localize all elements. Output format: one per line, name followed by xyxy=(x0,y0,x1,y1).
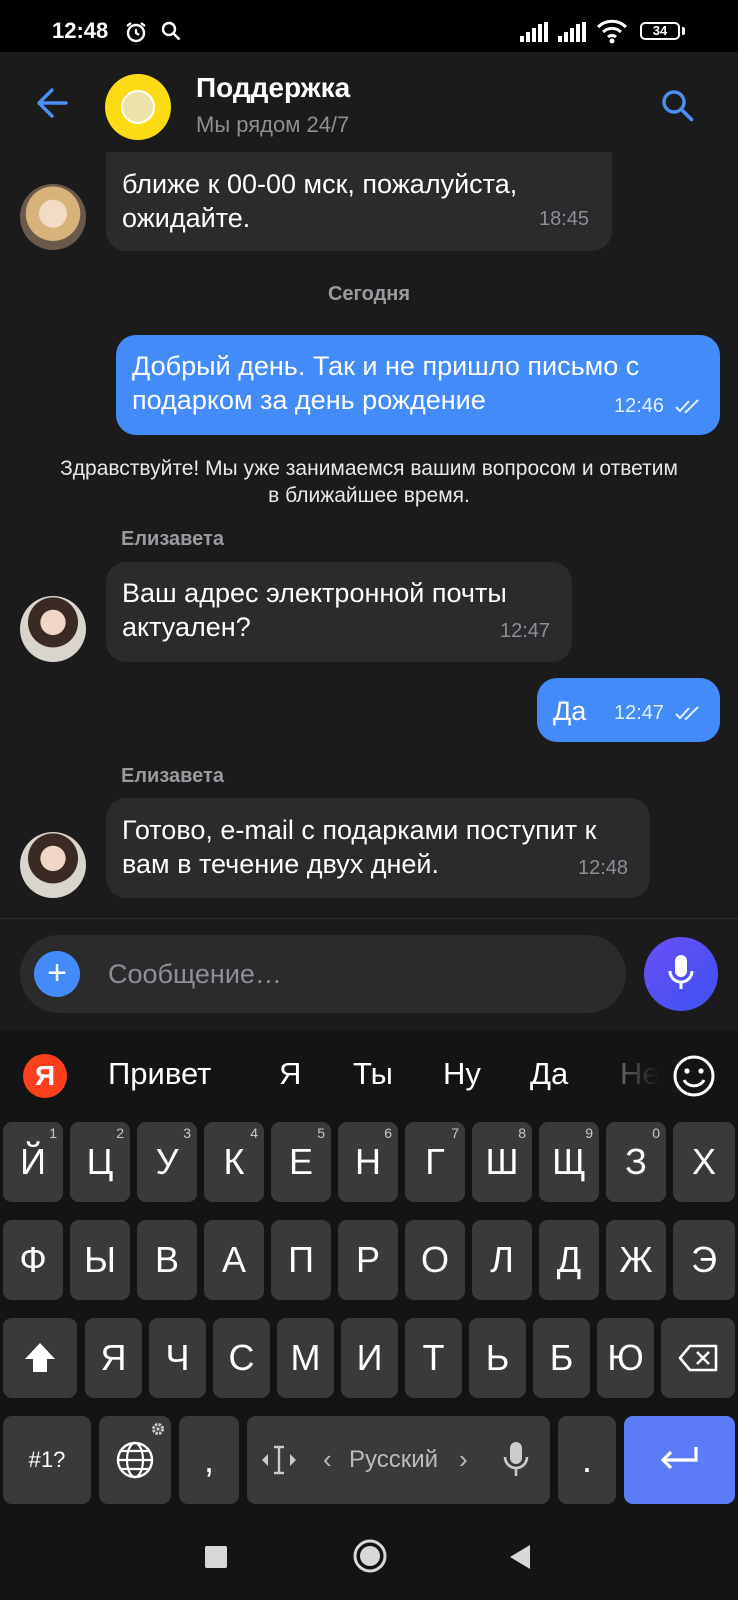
suggestion-4[interactable]: Да xyxy=(530,1056,568,1092)
status-search-icon xyxy=(161,21,181,41)
key-Я[interactable]: Я xyxy=(85,1318,142,1398)
composer-divider xyxy=(0,918,738,919)
key-И[interactable]: И xyxy=(341,1318,398,1398)
key-Й[interactable]: 1Й xyxy=(3,1122,63,1202)
cursor-icon xyxy=(262,1445,296,1475)
key-Ж[interactable]: Ж xyxy=(606,1220,666,1300)
read-ticks-icon xyxy=(675,706,699,721)
key-Н[interactable]: 6Н xyxy=(338,1122,398,1202)
suggestion-3[interactable]: Ну xyxy=(443,1056,481,1092)
key-Ю[interactable]: Ю xyxy=(597,1318,654,1398)
key-Ф[interactable]: Ф xyxy=(3,1220,63,1300)
signal-icon-2 xyxy=(558,22,586,42)
avatar[interactable] xyxy=(20,832,86,898)
chat-subtitle: Мы рядом 24/7 xyxy=(196,112,350,137)
key-В[interactable]: В xyxy=(137,1220,197,1300)
message-text: Готово, e-mail с подарками поступит к ва… xyxy=(122,815,597,879)
suggestion-fade xyxy=(620,1055,660,1095)
avatar[interactable] xyxy=(20,184,86,250)
globe-icon xyxy=(116,1441,154,1479)
message-input[interactable] xyxy=(108,951,608,997)
microphone-icon xyxy=(668,955,694,989)
battery-icon: 34 xyxy=(640,22,680,40)
key-Ч[interactable]: Ч xyxy=(149,1318,206,1398)
message-time: 12:47 xyxy=(500,620,551,642)
space-language-label: Русский xyxy=(349,1446,439,1473)
logo-emblem xyxy=(121,90,155,124)
signal-icon xyxy=(520,22,548,42)
emoji-icon[interactable] xyxy=(672,1054,716,1098)
back-nav-icon[interactable] xyxy=(506,1542,534,1572)
message-time: 12:47 xyxy=(614,702,665,724)
search-icon[interactable] xyxy=(660,88,696,124)
shift-key[interactable] xyxy=(3,1318,77,1398)
language-key[interactable] xyxy=(99,1416,171,1504)
enter-icon xyxy=(660,1447,698,1470)
symbols-key[interactable]: #1? xyxy=(3,1416,91,1504)
plus-icon[interactable]: + xyxy=(34,951,80,997)
yandex-keyboard-logo[interactable]: Я xyxy=(23,1054,67,1098)
key-Л[interactable]: Л xyxy=(472,1220,532,1300)
system-message: Здравствуйте! Мы уже занимаемся вашим во… xyxy=(60,457,678,507)
message-time: 12:46 xyxy=(614,395,665,417)
avatar[interactable] xyxy=(20,596,86,662)
space-key[interactable]: ‹ Русский › xyxy=(247,1416,550,1504)
date-separator: Сегодня xyxy=(327,283,411,305)
key-У[interactable]: 3У xyxy=(137,1122,197,1202)
home-icon[interactable] xyxy=(352,1538,388,1574)
key-Ш[interactable]: 8Ш xyxy=(472,1122,532,1202)
comma-key[interactable]: , xyxy=(179,1416,239,1504)
key-Р[interactable]: Р xyxy=(338,1220,398,1300)
period-key[interactable]: . xyxy=(558,1416,616,1504)
key-Щ[interactable]: 9Щ xyxy=(539,1122,599,1202)
battery-tip xyxy=(682,27,685,35)
chat-title: Поддержка xyxy=(196,72,351,103)
key-Д[interactable]: Д xyxy=(539,1220,599,1300)
key-Э[interactable]: Э xyxy=(673,1220,735,1300)
message-text: Да xyxy=(553,696,587,726)
enter-key[interactable] xyxy=(624,1416,735,1504)
backspace-icon xyxy=(678,1344,718,1372)
message-time: 12:48 xyxy=(578,857,629,879)
key-С[interactable]: С xyxy=(213,1318,270,1398)
shift-icon xyxy=(25,1343,55,1372)
suggestion-0[interactable]: Привет xyxy=(108,1056,211,1092)
suggestion-2[interactable]: Ты xyxy=(353,1056,393,1092)
key-А[interactable]: А xyxy=(204,1220,264,1300)
key-К[interactable]: 4К xyxy=(204,1122,264,1202)
status-time: 12:48 xyxy=(52,18,109,43)
key-Б[interactable]: Б xyxy=(533,1318,590,1398)
suggestion-1[interactable]: Я xyxy=(279,1056,301,1092)
key-Ц[interactable]: 2Ц xyxy=(70,1122,130,1202)
key-Ь[interactable]: Ь xyxy=(469,1318,526,1398)
wifi-icon xyxy=(596,19,628,44)
key-О[interactable]: О xyxy=(405,1220,465,1300)
key-М[interactable]: М xyxy=(277,1318,334,1398)
settings-gear-icon xyxy=(152,1423,164,1435)
message-time: 18:45 xyxy=(539,208,590,230)
sender-name: Елизавета xyxy=(121,765,224,787)
key-Е[interactable]: 5Е xyxy=(271,1122,331,1202)
backspace-key[interactable] xyxy=(661,1318,735,1398)
read-ticks-icon xyxy=(675,399,699,414)
key-З[interactable]: 0З xyxy=(606,1122,666,1202)
recents-icon[interactable] xyxy=(205,1546,227,1568)
keyboard-mic-icon xyxy=(503,1442,529,1476)
back-arrow-icon[interactable] xyxy=(34,85,70,121)
key-Х[interactable]: Х xyxy=(673,1122,735,1202)
key-П[interactable]: П xyxy=(271,1220,331,1300)
key-Т[interactable]: Т xyxy=(405,1318,462,1398)
alarm-icon xyxy=(126,22,146,43)
message-text: ближе к 00-00 мск, пожалуйста, ожидайте. xyxy=(122,169,518,233)
key-Ы[interactable]: Ы xyxy=(70,1220,130,1300)
key-Г[interactable]: 7Г xyxy=(405,1122,465,1202)
sender-name: Елизавета xyxy=(121,528,224,550)
message-text: Ваш адрес электронной почты актуален? xyxy=(122,578,507,642)
